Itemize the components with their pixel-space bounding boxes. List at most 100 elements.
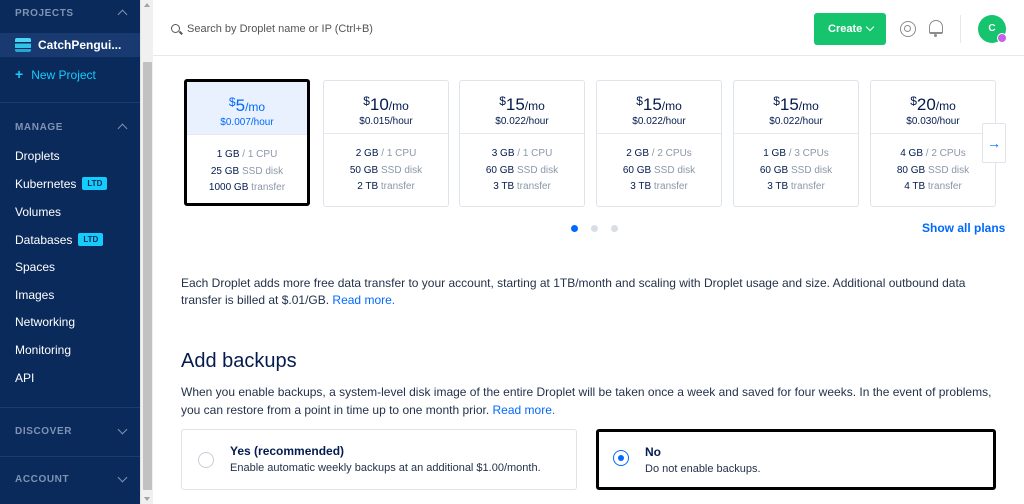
- scroll-down-arrow-icon[interactable]: [144, 497, 150, 501]
- transfer-info-text: Each Droplet adds more free data transfe…: [181, 275, 996, 309]
- plan-specs: 1 GB / 3 CPUs 60 GB SSD disk 3 TB transfer: [734, 134, 858, 196]
- plan-card[interactable]: $5/mo $0.007/hour 1 GB / 1 CPU 25 GB SSD di…: [184, 79, 310, 206]
- plan-price-section: $15/mo $0.022/hour: [734, 81, 858, 133]
- plan-spec-separator: /: [514, 148, 523, 159]
- plan-spec-separator: /: [239, 149, 248, 160]
- bell-icon[interactable]: [929, 20, 943, 37]
- account-heading[interactable]: ACCOUNT: [15, 474, 69, 485]
- plan-price-section: $5/mo $0.007/hour: [187, 82, 307, 134]
- discover-heading[interactable]: DISCOVER: [15, 426, 72, 437]
- plan-disk-size: 25 GB: [210, 165, 240, 177]
- plan-transfer: 3 TB transfer: [734, 179, 858, 196]
- plan-card[interactable]: $15/mo $0.022/hour 2 GB / 2 CPUs 60 GB SSD …: [596, 80, 722, 207]
- plan-memory: 4 GB: [900, 148, 923, 159]
- plan-transfer-label: transfer: [653, 181, 688, 192]
- plan-card[interactable]: $15/mo $0.022/hour 3 GB / 1 CPU 60 GB SSD d…: [459, 80, 585, 207]
- plan-memory-cpu: 4 GB / 2 CPUs: [871, 146, 995, 163]
- plan-memory: 1 GB: [216, 149, 240, 160]
- plan-transfer-label: transfer: [790, 181, 825, 192]
- plan-disk-size: 60 GB: [759, 164, 789, 176]
- plan-specs: 2 GB / 1 CPU 50 GB SSD disk 2 TB transfer: [324, 134, 448, 196]
- create-button[interactable]: Create: [814, 13, 886, 45]
- backup-no-title: No: [645, 445, 661, 459]
- currency-symbol: $: [910, 94, 917, 108]
- plan-disk-label: SSD disk: [517, 164, 559, 176]
- sidebar-item-api[interactable]: API: [15, 371, 34, 385]
- backup-option-yes[interactable]: Yes (recommended) Enable automatic weekl…: [181, 429, 577, 490]
- plan-price-value: 15: [779, 95, 799, 114]
- pagination-dot[interactable]: [591, 225, 598, 232]
- sidebar-item-images[interactable]: Images: [15, 288, 54, 302]
- plan-price: $5/mo: [187, 92, 307, 117]
- plan-disk-size: 60 GB: [622, 164, 652, 176]
- sidebar-project-item[interactable]: CatchPengui...: [0, 33, 140, 57]
- help-lifebuoy-icon[interactable]: [900, 21, 916, 37]
- backup-yes-radio[interactable]: [198, 452, 214, 468]
- sidebar-item-label: Spaces: [15, 260, 56, 274]
- projects-collapse-chevron-icon[interactable]: [117, 9, 128, 20]
- plan-disk-size: 80 GB: [896, 164, 926, 176]
- plan-transfer-amount: 2 TB: [357, 181, 379, 192]
- projects-heading[interactable]: PROJECTS: [15, 8, 74, 19]
- plan-cpu: 1 CPU: [386, 148, 417, 159]
- plan-transfer: 3 TB transfer: [460, 179, 584, 196]
- sidebar-item-droplets[interactable]: Droplets: [15, 149, 60, 163]
- search-input[interactable]: [187, 21, 487, 37]
- backup-no-radio[interactable]: [613, 450, 629, 466]
- plan-memory: 2 GB: [355, 148, 379, 159]
- backup-option-no[interactable]: No Do not enable backups.: [596, 429, 996, 490]
- manage-heading[interactable]: MANAGE: [15, 122, 63, 133]
- plan-disk-label: SSD disk: [654, 164, 696, 176]
- sidebar-item-volumes[interactable]: Volumes: [15, 205, 61, 219]
- account-expand-chevron-icon[interactable]: [117, 472, 128, 483]
- plan-disk: 80 GB SSD disk: [871, 163, 995, 180]
- scroll-up-arrow-icon[interactable]: [144, 3, 150, 7]
- create-button-label: Create: [828, 23, 863, 35]
- sidebar-item-label: Networking: [15, 315, 76, 329]
- plan-card[interactable]: $10/mo $0.015/hour 2 GB / 1 CPU 50 GB SSD d…: [323, 80, 449, 207]
- plan-disk-size: 60 GB: [485, 164, 515, 176]
- plan-memory-cpu: 3 GB / 1 CPU: [460, 146, 584, 163]
- plan-hourly-price: $0.022/hour: [632, 116, 686, 127]
- plan-price: $15/mo: [734, 91, 858, 116]
- plan-transfer: 3 TB transfer: [597, 179, 721, 196]
- plan-disk-size: 50 GB: [349, 164, 379, 176]
- plan-specs: 4 GB / 2 CPUs 80 GB SSD disk 4 TB transfer: [871, 134, 995, 196]
- pagination-dot[interactable]: [571, 225, 578, 232]
- backups-read-more-link[interactable]: Read more.: [493, 403, 556, 417]
- plan-memory-cpu: 2 GB / 2 CPUs: [597, 146, 721, 163]
- pagination-dot[interactable]: [611, 225, 618, 232]
- manage-collapse-chevron-icon[interactable]: [117, 123, 128, 134]
- plan-card[interactable]: $20/mo $0.030/hour 4 GB / 2 CPUs 80 GB SSD …: [870, 80, 996, 207]
- currency-symbol: $: [636, 94, 643, 108]
- sidebar-item-label: Kubernetes: [15, 177, 77, 191]
- plan-specs: 1 GB / 1 CPU 25 GB SSD disk 1000 GB transf…: [187, 135, 307, 197]
- discover-expand-chevron-icon[interactable]: [117, 424, 128, 435]
- backup-yes-description: Enable automatic weekly backups at an ad…: [230, 462, 541, 474]
- plan-disk: 60 GB SSD disk: [734, 163, 858, 180]
- plan-card[interactable]: $15/mo $0.022/hour 1 GB / 3 CPUs 60 GB SSD …: [733, 80, 859, 207]
- arrow-right-icon[interactable]: →: [982, 123, 1006, 163]
- sidebar-item-databases[interactable]: Databases LTD: [15, 233, 104, 247]
- plan-cpu: 1 CPU: [522, 148, 553, 159]
- plan-transfer-label: transfer: [927, 181, 962, 192]
- sidebar-item-kubernetes[interactable]: Kubernetes LTD: [15, 177, 108, 191]
- show-all-plans-link[interactable]: Show all plans: [922, 221, 1005, 235]
- sidebar-item-spaces[interactable]: Spaces: [15, 260, 55, 274]
- plan-transfer-label: transfer: [251, 182, 286, 193]
- plan-memory-cpu: 1 GB / 1 CPU: [187, 147, 307, 164]
- sidebar-item-label: Databases: [15, 233, 73, 247]
- plan-disk-label: SSD disk: [242, 165, 284, 177]
- plan-hourly-price: $0.030/hour: [906, 116, 960, 127]
- new-project-link[interactable]: + New Project: [15, 66, 96, 82]
- sidebar-item-label: Images: [15, 288, 55, 302]
- sidebar-item-monitoring[interactable]: Monitoring: [15, 343, 71, 357]
- sidebar-scrollbar[interactable]: [140, 0, 153, 504]
- scrollbar-thumb[interactable]: [143, 62, 152, 490]
- transfer-read-more-link[interactable]: Read more.: [332, 293, 395, 307]
- sidebar-item-networking[interactable]: Networking: [15, 315, 75, 329]
- plan-hourly-price: $0.007/hour: [220, 117, 274, 128]
- plan-memory-cpu: 1 GB / 3 CPUs: [734, 146, 858, 163]
- plan-cpu: 2 CPUs: [657, 148, 692, 159]
- plan-price-period: /mo: [661, 99, 682, 113]
